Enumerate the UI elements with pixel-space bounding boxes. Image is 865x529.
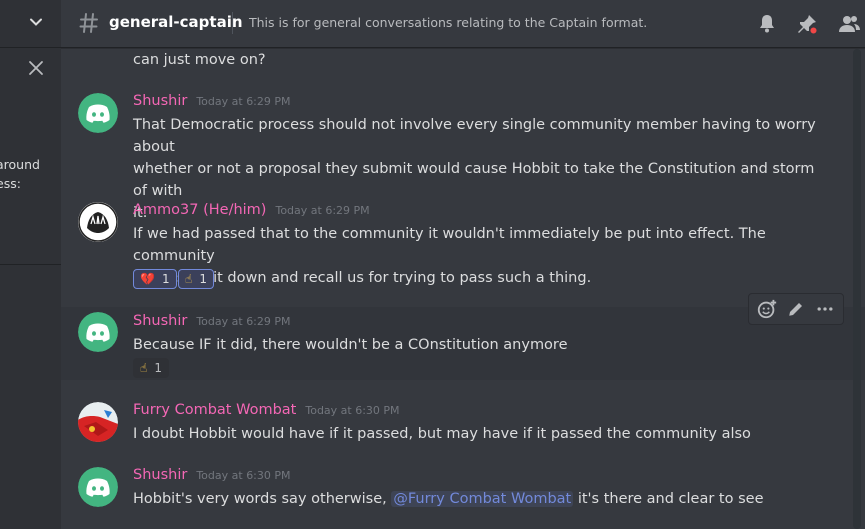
reaction-button[interactable]: 💔 1: [133, 269, 177, 289]
divider: [0, 264, 61, 265]
reaction-button[interactable]: ☝ 1: [133, 358, 169, 378]
reaction-count: 1: [161, 272, 170, 286]
message-content: Hobbit's very words say otherwise, @Furr…: [133, 488, 823, 510]
side-panel: around ess:: [0, 0, 61, 529]
avatar[interactable]: [78, 93, 118, 133]
side-panel-text: ess:: [0, 176, 21, 191]
message-list: can just move on? Shushir Today at 6:29 P…: [61, 49, 865, 529]
author-name[interactable]: Furry Combat Wombat: [133, 402, 296, 418]
message-content: I doubt Hobbit would have if it passed, …: [133, 423, 823, 445]
reaction-count: 1: [154, 361, 162, 375]
author-name[interactable]: Shushir: [133, 93, 187, 109]
bell-icon[interactable]: [755, 12, 779, 36]
message-text: it's there and clear to see: [573, 491, 764, 507]
message-content: can just move on?: [133, 52, 266, 68]
message-actions-toolbar: [748, 293, 844, 325]
timestamp: Today at 6:30 PM: [196, 469, 291, 482]
broken-heart-icon: 💔: [140, 272, 155, 286]
timestamp: Today at 6:29 PM: [275, 204, 370, 217]
timestamp: Today at 6:29 PM: [196, 95, 291, 108]
message-text: Hobbit's very words say otherwise,: [133, 491, 392, 507]
message-line: If we had passed that to the community i…: [133, 226, 766, 264]
message-content: Because IF it did, there wouldn't be a C…: [133, 334, 823, 356]
chevron-down-icon[interactable]: [29, 15, 43, 29]
author-name[interactable]: Shushir: [133, 467, 187, 483]
reaction-button[interactable]: ☝ 1: [178, 269, 214, 289]
channel-topic[interactable]: This is for general conversations relati…: [249, 15, 647, 30]
hashtag-icon: [79, 13, 98, 33]
add-reaction-icon: [758, 299, 777, 319]
add-reaction-button[interactable]: [755, 297, 779, 321]
message-line: whether or not a proposal they submit wo…: [133, 161, 815, 199]
avatar[interactable]: [78, 202, 118, 242]
timestamp: Today at 6:29 PM: [196, 315, 291, 328]
message-content: If we had passed that to the community i…: [133, 223, 823, 289]
pin-icon[interactable]: [795, 12, 819, 36]
message-line: Because IF it did, there wouldn't be a C…: [133, 337, 568, 353]
avatar-image: [78, 402, 118, 442]
message-line: could shut it down and recall us for try…: [133, 270, 592, 286]
pencil-icon: [789, 303, 802, 316]
scrollbar-track[interactable]: [853, 49, 861, 529]
message-author[interactable]: Shushir Today at 6:29 PM: [133, 313, 291, 329]
point-up-icon: ☝: [185, 272, 193, 286]
channel-name: general-captain: [109, 13, 243, 31]
message-author[interactable]: Shushir Today at 6:30 PM: [133, 467, 291, 483]
edit-button[interactable]: [784, 297, 808, 321]
message-author[interactable]: Shushir Today at 6:29 PM: [133, 93, 291, 109]
avatar[interactable]: [78, 312, 118, 352]
channel-header: general-captain This is for general conv…: [61, 0, 865, 48]
timestamp: Today at 6:30 PM: [305, 404, 400, 417]
discord-logo-icon: [78, 93, 118, 133]
members-icon[interactable]: [837, 12, 861, 36]
side-panel-text: around: [0, 157, 40, 172]
message-line: I doubt Hobbit would have if it passed, …: [133, 426, 751, 442]
author-name[interactable]: Ammo37 (He/him): [133, 202, 266, 218]
author-name[interactable]: Shushir: [133, 313, 187, 329]
message-line: That Democratic process should not invol…: [133, 117, 816, 155]
avatar-image: [78, 202, 118, 242]
discord-logo-icon: [78, 312, 118, 352]
more-options-button[interactable]: [813, 297, 837, 321]
divider: [232, 12, 233, 34]
message-author[interactable]: Furry Combat Wombat Today at 6:30 PM: [133, 402, 400, 418]
avatar[interactable]: [78, 402, 118, 442]
reaction-count: 1: [199, 272, 207, 286]
side-panel-header: [0, 0, 61, 48]
ellipsis-icon: [817, 307, 833, 311]
message-author[interactable]: Ammo37 (He/him) Today at 6:29 PM: [133, 202, 370, 218]
user-mention[interactable]: @Furry Combat Wombat: [391, 491, 574, 507]
point-up-icon: ☝: [140, 361, 148, 375]
close-icon[interactable]: [27, 59, 45, 77]
avatar[interactable]: [78, 467, 118, 507]
discord-logo-icon: [78, 467, 118, 507]
